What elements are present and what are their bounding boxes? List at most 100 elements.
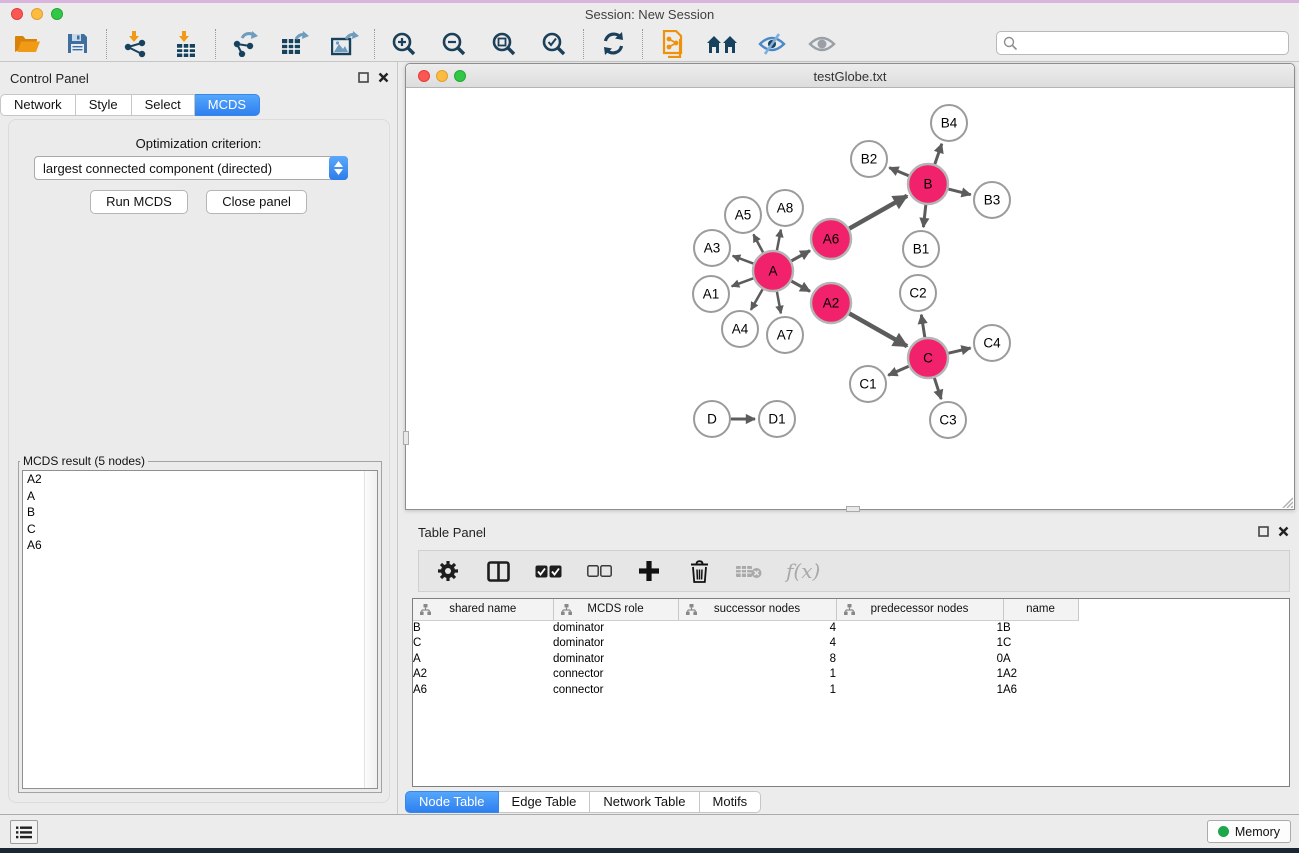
first-neighbors-button[interactable] [705,29,739,59]
result-scrollbar-track[interactable] [364,471,377,788]
table-cell[interactable]: 0 [836,651,1003,667]
table-cell[interactable]: B [1003,620,1078,636]
create-column-button[interactable] [636,556,662,586]
table-cell[interactable]: C [1003,636,1078,652]
search-input[interactable] [1018,32,1288,54]
zoom-in-button[interactable] [387,29,421,59]
tab-network[interactable]: Network [0,94,76,116]
table-cell[interactable]: 8 [678,651,836,667]
save-session-button[interactable] [60,29,94,59]
export-table-button[interactable] [278,29,312,59]
tab-edge-table[interactable]: Edge Table [499,791,591,813]
column-header-name[interactable]: name [1003,599,1078,620]
table-cell[interactable]: 1 [836,636,1003,652]
tab-motifs[interactable]: Motifs [700,791,762,813]
tab-style[interactable]: Style [76,94,132,116]
search-box[interactable] [996,31,1289,55]
graph-edge-A-A5[interactable] [753,234,763,252]
table-cell[interactable]: A6 [1003,682,1078,698]
column-header-shared-name[interactable]: shared name [413,599,553,620]
zoom-out-button[interactable] [437,29,471,59]
table-cell[interactable]: 1 [836,667,1003,683]
zoom-selected-button[interactable] [537,29,571,59]
graph-edge-C-C2[interactable] [921,315,925,338]
graph-edge-B-B3[interactable] [948,189,970,195]
table-cell[interactable]: B [413,620,553,636]
table-row[interactable]: Bdominator41B [413,620,1289,636]
result-item[interactable]: A [23,488,377,505]
tab-mcds[interactable]: MCDS [195,94,260,116]
table-settings-button[interactable] [435,556,461,586]
graph-edge-A-A2[interactable] [791,281,810,291]
export-image-button[interactable] [328,29,362,59]
table-row[interactable]: A6connector11A6 [413,682,1289,698]
table-cell[interactable]: 4 [678,636,836,652]
table-cell[interactable]: C [413,636,553,652]
frame-edge-grip[interactable] [846,506,860,512]
frame-edge-grip[interactable] [403,431,409,445]
criterion-select[interactable]: largest connected component (directed) [34,156,348,180]
close-panel-icon[interactable] [378,72,389,83]
select-all-button[interactable] [535,556,562,586]
graph-edge-B-B1[interactable] [923,205,925,227]
new-network-from-selection-button[interactable] [655,29,689,59]
table-cell[interactable]: 1 [678,682,836,698]
graph-edge-C-C1[interactable] [888,366,909,375]
network-window-titlebar[interactable]: testGlobe.txt [406,64,1294,88]
close-panel-icon[interactable] [1278,526,1289,537]
table-cell[interactable]: A2 [1003,667,1078,683]
table-cell[interactable] [1078,620,1289,636]
table-cell[interactable]: A2 [413,667,553,683]
graph-edge-A-A7[interactable] [777,292,781,314]
graph-edge-C-C4[interactable] [948,348,970,353]
table-cell[interactable]: dominator [553,636,678,652]
table-cell[interactable]: connector [553,667,678,683]
tab-node-table[interactable]: Node Table [405,791,499,813]
memory-button[interactable]: Memory [1207,820,1291,843]
result-item[interactable]: B [23,504,377,521]
table-cell[interactable]: 1 [836,620,1003,636]
table-cell[interactable] [1078,636,1289,652]
show-all-button[interactable] [805,29,839,59]
graph-edge-A-A6[interactable] [791,251,810,261]
run-mcds-button[interactable]: Run MCDS [90,190,188,214]
table-cell[interactable] [1078,667,1289,683]
column-header-successor-nodes[interactable]: successor nodes [678,599,836,620]
delete-table-button[interactable] [736,556,762,586]
table-cell[interactable]: A [1003,651,1078,667]
deselect-all-button[interactable] [586,556,612,586]
resize-grip-icon[interactable] [1279,494,1293,508]
network-canvas[interactable]: B4B2BB3A8A5A6A3B1AC2A1A2A4A7C4CC1DC3D1 [407,89,1293,508]
delete-column-button[interactable] [686,556,712,586]
close-panel-button[interactable]: Close panel [206,190,307,214]
table-row[interactable]: Adominator80A [413,651,1289,667]
refresh-view-button[interactable] [596,29,630,59]
hide-selected-button[interactable] [755,29,789,59]
tab-select[interactable]: Select [132,94,195,116]
float-panel-icon[interactable] [1258,526,1269,537]
column-header-mcds-role[interactable]: MCDS role [553,599,678,620]
result-item[interactable]: A2 [23,471,377,488]
graph-edge-C-C3[interactable] [934,378,941,399]
task-history-button[interactable] [10,820,38,844]
result-item[interactable]: C [23,521,377,538]
table-cell[interactable]: 4 [678,620,836,636]
result-item[interactable]: A6 [23,537,377,554]
graph-edge-A-A1[interactable] [732,278,754,286]
table-cell[interactable]: dominator [553,620,678,636]
table-cell[interactable]: 1 [678,667,836,683]
table-cell[interactable]: dominator [553,651,678,667]
graph-edge-B-B4[interactable] [935,144,942,164]
table-cell[interactable]: A6 [413,682,553,698]
graph-edge-A-A4[interactable] [751,289,763,310]
table-cell[interactable] [1078,682,1289,698]
import-network-button[interactable] [119,29,153,59]
table-row[interactable]: Cdominator41C [413,636,1289,652]
show-columns-button[interactable] [485,556,511,586]
import-table-button[interactable] [169,29,203,59]
export-network-button[interactable] [228,29,262,59]
open-session-button[interactable] [10,29,44,59]
graph-edge-A-A8[interactable] [777,230,781,251]
table-cell[interactable]: 1 [836,682,1003,698]
graph-edge-A6-B[interactable] [849,196,907,229]
